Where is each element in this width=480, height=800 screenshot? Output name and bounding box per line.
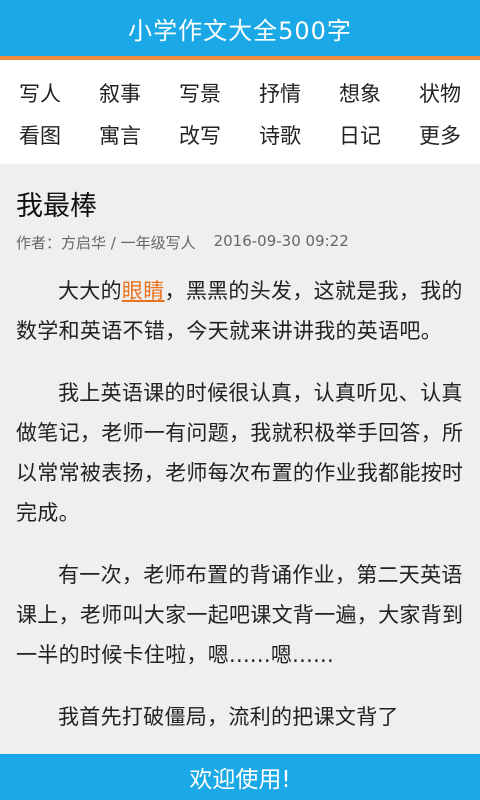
- article-date: 2016-09-30 09:22: [213, 232, 349, 250]
- category-row-2: 看图 寓言 改写 诗歌 日记 更多: [0, 114, 480, 156]
- paragraph-2: 我上英语课的时候很认真，认真听见、认真做笔记，老师一有问题，我就积极举手回答，所…: [16, 381, 464, 525]
- paragraph-4: 我首先打破僵局，流利的把课文背了: [58, 705, 399, 729]
- category-xieren[interactable]: 写人: [0, 78, 80, 108]
- app-title: 小学作文大全500字: [128, 16, 352, 45]
- welcome-text: 欢迎使用!: [189, 767, 291, 793]
- keyword-link[interactable]: 眼睛: [122, 279, 165, 303]
- category-xiejing[interactable]: 写景: [160, 78, 240, 108]
- welcome-banner: 欢迎使用!: [0, 754, 480, 800]
- app-header: 小学作文大全500字: [0, 0, 480, 60]
- paragraph-3: 有一次，老师布置的背诵作业，第二天英语课上，老师叫大家一起吧课文背一遍，大家背到…: [16, 563, 464, 667]
- article-author: 作者：方启华 / 一年级写人: [16, 234, 196, 252]
- category-yuyan[interactable]: 寓言: [80, 120, 160, 150]
- category-xushi[interactable]: 叙事: [80, 78, 160, 108]
- category-nav: 写人 叙事 写景 抒情 想象 状物 看图 寓言 改写 诗歌 日记 更多: [0, 60, 480, 164]
- paragraph-1: 大大的眼睛，黑黑的头发，这就是我，我的数学和英语不错，今天就来讲讲我的英语吧。: [16, 271, 464, 351]
- article-meta: 作者：方启华 / 一年级写人 2016-09-30 09:22: [16, 232, 464, 253]
- category-xiangxiang[interactable]: 想象: [320, 78, 400, 108]
- article-content[interactable]: 我最棒 作者：方启华 / 一年级写人 2016-09-30 09:22 大大的眼…: [0, 164, 480, 754]
- category-zhuangwu[interactable]: 状物: [400, 78, 480, 108]
- category-kantu[interactable]: 看图: [0, 120, 80, 150]
- app-screen: 小学作文大全500字 写人 叙事 写景 抒情 想象 状物 看图 寓言 改写 诗歌…: [0, 0, 480, 800]
- category-row-1: 写人 叙事 写景 抒情 想象 状物: [0, 72, 480, 114]
- category-shige[interactable]: 诗歌: [240, 120, 320, 150]
- article-title: 我最棒: [16, 191, 97, 222]
- category-gaixie[interactable]: 改写: [160, 120, 240, 150]
- category-riji[interactable]: 日记: [320, 120, 400, 150]
- category-more[interactable]: 更多: [400, 120, 480, 150]
- category-shuqing[interactable]: 抒情: [240, 78, 320, 108]
- paragraph-1-text-start: 大大的: [58, 279, 122, 303]
